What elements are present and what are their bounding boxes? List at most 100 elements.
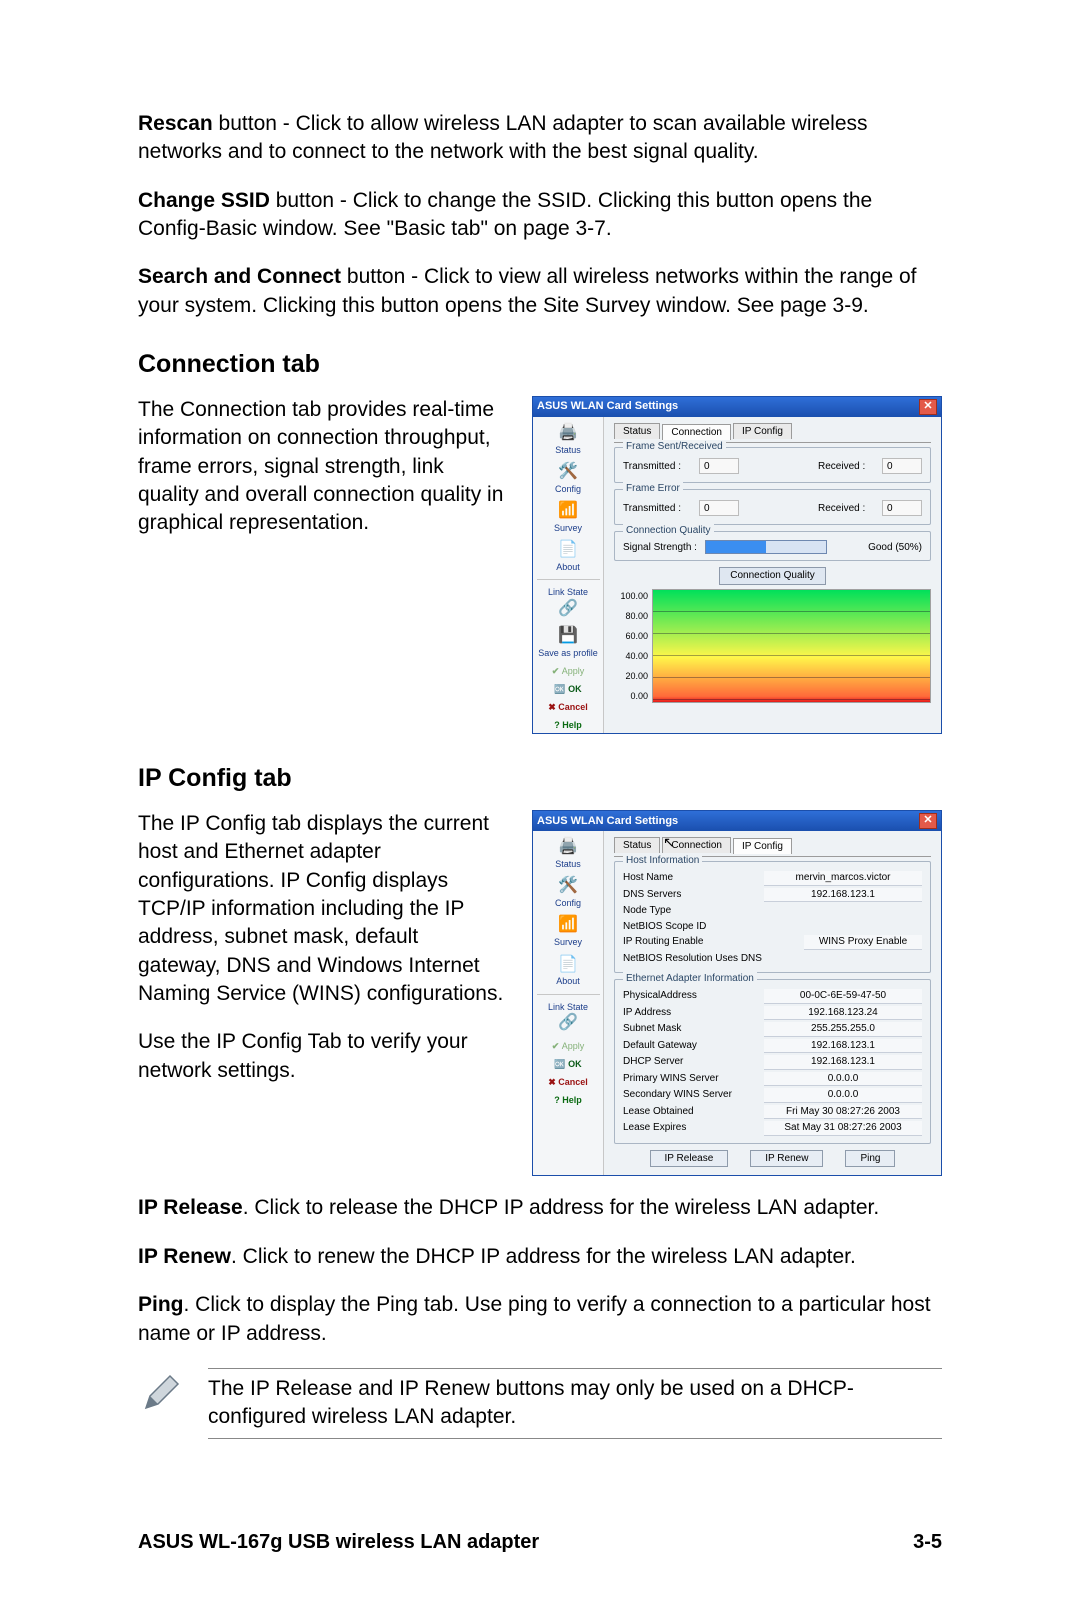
- connection-dialog: ASUS WLAN Card Settings ✕ 🖨️ Status 🛠️ Con…: [532, 396, 942, 734]
- sidebar-item-cancel[interactable]: ✖ Cancel: [533, 699, 603, 715]
- paragraph-rescan: Rescan button - Click to allow wireless …: [138, 110, 942, 167]
- sidebar-item-config[interactable]: 🛠️ Config: [533, 460, 603, 497]
- sidebar-item-about[interactable]: 📄About: [533, 538, 603, 575]
- ytick-0: 0.00: [614, 690, 648, 702]
- note-rule-top: [208, 1368, 942, 1369]
- label-swins: Secondary WINS Server: [623, 1088, 732, 1103]
- ipconfig-button-row: IP Release IP Renew Ping: [614, 1150, 931, 1168]
- iprelease-bold: IP Release: [138, 1196, 243, 1219]
- ping-text: . Click to display the Ping tab. Use pin…: [138, 1293, 931, 1344]
- value-err-received: 0: [882, 500, 922, 516]
- sidebar-item-about[interactable]: 📄About: [533, 952, 603, 989]
- tab-ipconfig[interactable]: IP Config: [733, 423, 792, 440]
- label-leaseexp: Lease Expires: [623, 1121, 686, 1136]
- sidebar-label-survey: Survey: [554, 937, 582, 947]
- config-icon: 🛠️: [556, 876, 580, 896]
- dialog-tabs: Status Connection IP Config: [614, 423, 931, 440]
- label-hostname: Host Name: [623, 871, 673, 886]
- note-text: The IP Release and IP Renew buttons may …: [208, 1375, 942, 1432]
- value-leaseobt: Fri May 30 08:27:26 2003: [764, 1105, 922, 1120]
- label-scope: NetBIOS Scope ID: [623, 920, 706, 934]
- sidebar-item-status[interactable]: 🖨️Status: [533, 835, 603, 872]
- close-icon[interactable]: ✕: [919, 399, 937, 415]
- sidebar-item-config[interactable]: 🛠️Config: [533, 874, 603, 911]
- paragraph-search: Search and Connect button - Click to vie…: [138, 263, 942, 320]
- sidebar-item-apply: ✔ Apply: [533, 663, 603, 679]
- config-icon: 🛠️: [556, 462, 580, 482]
- sidebar-item-ok[interactable]: 🆗 OK: [533, 681, 603, 697]
- signal-strength-bar: [705, 540, 827, 554]
- label-dhcp: DHCP Server: [623, 1055, 683, 1070]
- sidebar-label-status: Status: [555, 445, 581, 455]
- tab-status[interactable]: Status: [614, 837, 660, 854]
- label-physicaladdr: PhysicalAddress: [623, 989, 697, 1004]
- status-icon: 🖨️: [556, 837, 580, 857]
- sidebar-item-cancel[interactable]: ✖ Cancel: [533, 1074, 603, 1090]
- label-dns: DNS Servers: [623, 888, 681, 903]
- value-dns: 192.168.123.1: [764, 888, 922, 903]
- ipconfig-paragraph-2: Use the IP Config Tab to verify your net…: [138, 1028, 504, 1085]
- chart-gridlines: [653, 590, 930, 702]
- close-icon[interactable]: ✕: [919, 813, 937, 829]
- sidebar-label-help: Help: [562, 1095, 582, 1105]
- label-nodetype: Node Type: [623, 904, 671, 918]
- sidebar-item-linkstate[interactable]: Link State🔗: [533, 999, 603, 1036]
- chart-area: 100.00 80.00 60.00 40.00 20.00 0.00: [614, 589, 931, 703]
- tab-status[interactable]: Status: [614, 423, 660, 440]
- ok-icon: 🆗: [554, 1059, 568, 1069]
- value-transmitted: 0: [699, 458, 739, 474]
- sidebar-item-survey[interactable]: 📶Survey: [533, 913, 603, 950]
- label-subnet: Subnet Mask: [623, 1022, 681, 1037]
- label-err-received: Received :: [818, 502, 876, 516]
- tab-ipconfig[interactable]: IP Config: [733, 838, 792, 855]
- footer-left: ASUS WL-167g USB wireless LAN adapter: [138, 1529, 539, 1556]
- note-rule-bottom: [208, 1438, 942, 1439]
- dialog-tabs: Status Connection IP Config: [614, 837, 931, 854]
- label-iprouting: IP Routing Enable: [623, 935, 703, 950]
- dialog-titlebar[interactable]: ASUS WLAN Card Settings ✕: [533, 811, 941, 831]
- heading-ipconfig-tab: IP Config tab: [138, 762, 942, 796]
- sidebar-item-ok[interactable]: 🆗 OK: [533, 1056, 603, 1072]
- dialog-sidebar: 🖨️Status 🛠️Config 📶Survey 📄About Link St…: [533, 831, 604, 1176]
- dialog-content: Status Connection IP Config Frame Sent/R…: [604, 417, 941, 733]
- connection-tab-paragraph: The Connection tab provides real-time in…: [138, 396, 504, 538]
- group-title-conn-quality: Connection Quality: [623, 524, 714, 538]
- sidebar-item-help[interactable]: ? Help: [533, 1092, 603, 1108]
- value-subnet: 255.255.255.0: [764, 1022, 922, 1037]
- group-conn-quality: Connection Quality Signal Strength : Goo…: [614, 531, 931, 561]
- ipconfig-paragraph-1: The IP Config tab displays the current h…: [138, 810, 504, 1008]
- page-footer: ASUS WL-167g USB wireless LAN adapter 3-…: [138, 1529, 942, 1556]
- sidebar-item-status[interactable]: 🖨️ Status: [533, 421, 603, 458]
- footer-right: 3-5: [913, 1529, 942, 1556]
- linkstate-icon: 🔗: [556, 599, 580, 619]
- sidebar-label-config: Config: [555, 484, 581, 494]
- status-icon: 🖨️: [556, 423, 580, 443]
- sidebar-item-linkstate[interactable]: Link State 🔗: [533, 584, 603, 621]
- value-leaseexp: Sat May 31 08:27:26 2003: [764, 1121, 922, 1136]
- heading-connection-tab: Connection tab: [138, 348, 942, 382]
- survey-icon: 📶: [556, 501, 580, 521]
- sidebar-label-help: Help: [562, 720, 582, 730]
- ip-release-button[interactable]: IP Release: [650, 1150, 729, 1168]
- ip-renew-button[interactable]: IP Renew: [750, 1150, 823, 1168]
- sidebar-label-cancel: Cancel: [558, 702, 588, 712]
- ok-icon: 🆗: [554, 684, 568, 694]
- value-ipaddr: 192.168.123.24: [764, 1006, 922, 1021]
- sidebar-label-linkstate: Link State: [548, 587, 588, 597]
- value-gateway: 192.168.123.1: [764, 1039, 922, 1054]
- group-eth-info: Ethernet Adapter Information PhysicalAdd…: [614, 979, 931, 1144]
- tab-connection[interactable]: Connection: [662, 424, 731, 441]
- sidebar-label-apply: Apply: [562, 1041, 585, 1051]
- search-bold: Search and Connect: [138, 265, 341, 288]
- sidebar-label-apply: Apply: [562, 666, 585, 676]
- connection-quality-chart: [652, 589, 931, 703]
- ping-button[interactable]: Ping: [845, 1150, 895, 1168]
- sidebar-item-help[interactable]: ? Help: [533, 717, 603, 733]
- sidebar-label-ok: OK: [568, 684, 582, 694]
- dialog-titlebar[interactable]: ASUS WLAN Card Settings ✕: [533, 397, 941, 417]
- iprenew-text: . Click to renew the DHCP IP address for…: [231, 1245, 856, 1268]
- sidebar-item-saveprofile[interactable]: 💾Save as profile: [533, 624, 603, 661]
- sidebar-item-survey[interactable]: 📶Survey: [533, 499, 603, 536]
- ytick-80: 80.00: [614, 610, 648, 622]
- rescan-text: button - Click to allow wireless LAN ada…: [138, 112, 868, 163]
